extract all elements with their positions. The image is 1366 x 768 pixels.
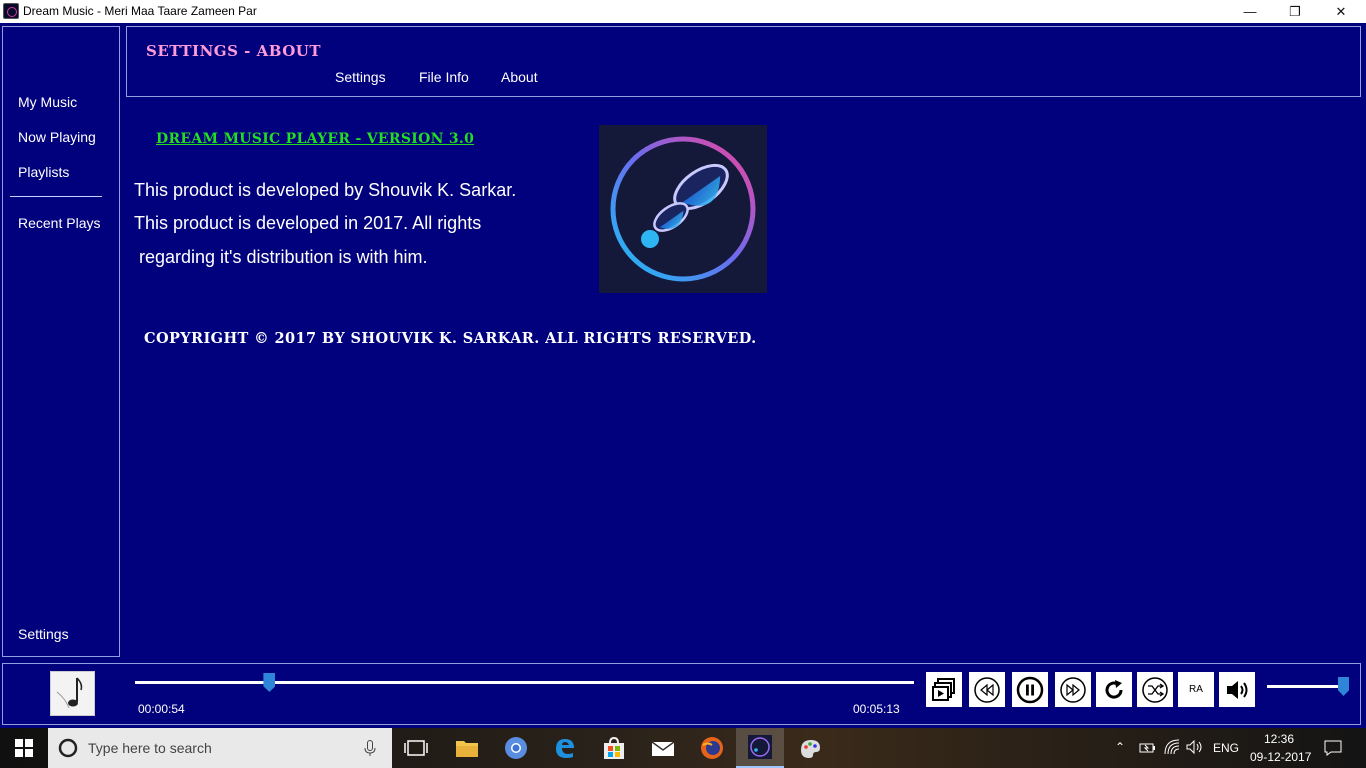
edge-button[interactable]	[551, 734, 579, 762]
chrome-icon	[505, 737, 527, 759]
paint-button[interactable]	[796, 734, 824, 762]
shuffle-button[interactable]	[1137, 672, 1173, 707]
playlist-queue-button[interactable]	[926, 672, 962, 707]
pause-button[interactable]	[1012, 672, 1048, 707]
seek-thumb[interactable]	[263, 673, 276, 692]
chrome-button[interactable]	[502, 734, 530, 762]
input-language[interactable]: ENG	[1213, 741, 1239, 755]
volume-button[interactable]	[1219, 672, 1255, 707]
firefox-icon	[701, 737, 723, 759]
shuffle-icon	[1142, 676, 1168, 703]
tab-about[interactable]: About	[501, 69, 538, 85]
elapsed-time: 00:00:54	[138, 702, 185, 716]
battery-icon[interactable]	[1139, 741, 1157, 755]
copyright-text: COPYRIGHT © 2017 BY SHOUVIK K. SARKAR. A…	[144, 330, 757, 347]
cortana-icon	[58, 738, 78, 758]
store-button[interactable]	[600, 734, 628, 762]
window-title: Dream Music - Meri Maa Taare Zameen Par	[23, 4, 257, 18]
previous-button[interactable]	[969, 672, 1005, 707]
clock-date[interactable]: 09-12-2017	[1250, 750, 1311, 764]
search-placeholder: Type here to search	[88, 740, 212, 756]
sidebar-item-now-playing[interactable]: Now Playing	[18, 129, 96, 145]
tab-settings[interactable]: Settings	[335, 69, 386, 85]
minimize-icon: —	[1243, 4, 1257, 19]
file-explorer-button[interactable]	[453, 734, 481, 762]
about-heading: DREAM MUSIC PLAYER - VERSION 3.0	[156, 131, 475, 147]
about-line-2: This product is developed in 2017. All r…	[134, 213, 482, 233]
volume-thumb[interactable]	[1338, 677, 1349, 696]
volume-icon	[1227, 680, 1248, 699]
about-line-1: This product is developed by Shouvik K. …	[134, 180, 517, 200]
album-art-thumbnail[interactable]	[50, 671, 95, 716]
folder-icon	[456, 741, 478, 757]
wifi-icon[interactable]	[1164, 739, 1180, 755]
dream-music-icon	[748, 735, 772, 759]
paint-icon	[801, 740, 820, 758]
windows-icon	[15, 739, 33, 757]
total-duration: 00:05:13	[853, 702, 900, 716]
sidebar-item-my-music[interactable]: My Music	[18, 94, 77, 110]
microphone-icon[interactable]	[364, 740, 376, 757]
page-header: SETTINGS - ABOUT Settings File Info Abou…	[126, 26, 1361, 97]
sidebar: My Music Now Playing Playlists Recent Pl…	[2, 26, 120, 657]
firefox-button[interactable]	[698, 734, 726, 762]
sidebar-divider	[10, 196, 102, 197]
sidebar-item-recent-plays[interactable]: Recent Plays	[18, 215, 100, 231]
taskbar-search-box[interactable]: Type here to search	[48, 728, 392, 768]
page-title: SETTINGS - ABOUT	[146, 42, 321, 60]
title-bar: Dream Music - Meri Maa Taare Zameen Par …	[0, 0, 1366, 23]
show-hidden-icons[interactable]: ⌃	[1115, 740, 1125, 754]
task-view-icon	[404, 740, 428, 756]
sidebar-item-settings[interactable]: Settings	[18, 626, 69, 642]
repeat-button[interactable]	[1096, 672, 1132, 707]
pause-icon	[1016, 676, 1044, 703]
task-view-button[interactable]	[402, 734, 430, 762]
sidebar-item-playlists[interactable]: Playlists	[18, 164, 69, 180]
player-bar: 00:00:54 00:05:13 RA	[2, 663, 1361, 725]
mail-icon	[651, 741, 675, 756]
notifications-icon[interactable]	[1324, 740, 1342, 756]
seek-bar[interactable]	[135, 681, 914, 684]
store-icon	[604, 736, 624, 759]
ra-button-label: RA	[1189, 684, 1203, 695]
next-button[interactable]	[1055, 672, 1091, 707]
playlist-queue-icon	[932, 677, 955, 701]
ra-button[interactable]: RA	[1178, 672, 1214, 707]
maximize-button[interactable]: ❐	[1272, 0, 1318, 23]
minimize-button[interactable]: —	[1227, 0, 1273, 23]
app-logo	[599, 125, 767, 293]
app-icon	[3, 3, 19, 19]
repeat-icon	[1105, 679, 1123, 699]
tab-file-info[interactable]: File Info	[419, 69, 469, 85]
mail-button[interactable]	[649, 734, 677, 762]
previous-icon	[974, 676, 1000, 703]
dream-music-taskbar-item[interactable]	[736, 728, 784, 768]
close-icon: ✕	[1335, 3, 1347, 19]
restore-icon: ❐	[1289, 3, 1301, 19]
speaker-icon[interactable]	[1186, 740, 1204, 754]
edge-icon	[556, 739, 574, 758]
clock-time[interactable]: 12:36	[1264, 732, 1294, 746]
start-button[interactable]	[0, 728, 48, 768]
taskbar: Type here to search ⌃ ENG 12:36 09-12-20…	[0, 728, 1366, 768]
about-line-3: regarding it's distribution is with him.	[134, 247, 428, 267]
close-button[interactable]: ✕	[1318, 0, 1364, 23]
next-icon	[1060, 676, 1086, 703]
volume-slider[interactable]	[1267, 685, 1343, 688]
